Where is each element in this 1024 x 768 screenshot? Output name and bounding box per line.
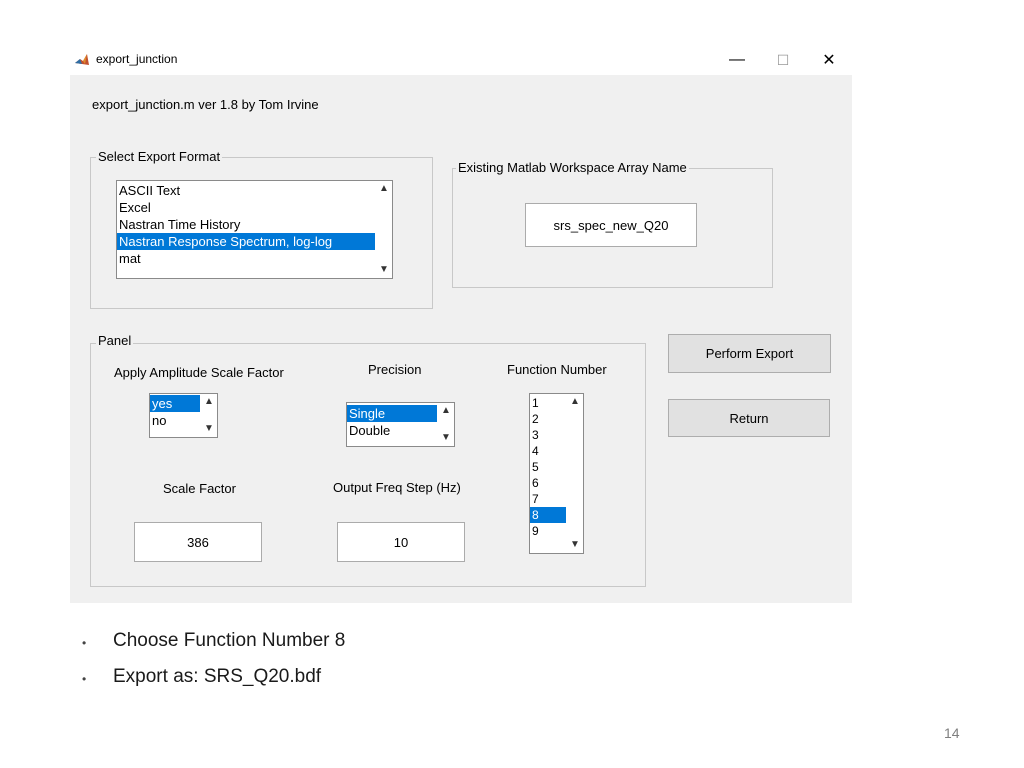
- list-item[interactable]: 7: [530, 491, 566, 507]
- list-item[interactable]: mat: [117, 250, 375, 267]
- scrollbar[interactable]: ▲ ▼: [376, 181, 392, 278]
- window-title: export_junction: [96, 52, 178, 66]
- scrollbar[interactable]: ▲ ▼: [438, 403, 454, 446]
- output-freq-step-value: 10: [393, 534, 409, 550]
- scroll-up-arrow-icon[interactable]: ▲: [567, 394, 583, 410]
- list-item[interactable]: 4: [530, 443, 566, 459]
- list-item[interactable]: 6: [530, 475, 566, 491]
- list-item[interactable]: 9: [530, 523, 566, 539]
- listbox-items: Single Double: [347, 403, 437, 439]
- output-freq-step-field[interactable]: 10: [337, 522, 465, 562]
- minimize-button[interactable]: —: [714, 45, 760, 75]
- amplitude-scale-listbox[interactable]: yes no ▲ ▼: [149, 393, 218, 438]
- list-item[interactable]: 5: [530, 459, 566, 475]
- minimize-icon: —: [729, 51, 745, 68]
- export-format-listbox[interactable]: ASCII Text Excel Nastran Time History Na…: [116, 180, 393, 279]
- list-item[interactable]: no: [150, 412, 200, 429]
- output-freq-step-label: Output Freq Step (Hz): [333, 480, 461, 495]
- scroll-down-arrow-icon[interactable]: ▼: [438, 430, 454, 446]
- listbox-items: 1 2 3 4 5 6 7 8 9: [530, 394, 566, 539]
- scale-factor-label: Scale Factor: [163, 481, 236, 496]
- function-number-label: Function Number: [507, 362, 607, 377]
- bullet-text: Choose Function Number 8: [113, 630, 346, 651]
- bullet-text: Export as: SRS_Q20.bdf: [113, 666, 322, 687]
- workspace-array-name-value: srs_spec_new_Q20: [553, 217, 669, 233]
- list-item-selected[interactable]: 8: [530, 507, 566, 523]
- scrollbar[interactable]: ▲ ▼: [567, 394, 583, 553]
- list-item[interactable]: Excel: [117, 199, 375, 216]
- workspace-array-name-field[interactable]: srs_spec_new_Q20: [525, 203, 697, 247]
- close-button[interactable]: ✕: [806, 45, 852, 75]
- amplitude-scale-label: Apply Amplitude Scale Factor: [114, 365, 284, 380]
- listbox-items: ASCII Text Excel Nastran Time History Na…: [117, 181, 375, 267]
- list-item-selected[interactable]: Single: [347, 405, 437, 422]
- listbox-items: yes no: [150, 394, 200, 429]
- scroll-down-arrow-icon[interactable]: ▼: [201, 421, 217, 437]
- header-text: export_junction.m ver 1.8 by Tom Irvine: [92, 97, 319, 112]
- title-bar[interactable]: export_junction — ☐ ✕: [70, 45, 852, 75]
- export-format-legend: Select Export Format: [96, 149, 223, 164]
- scale-factor-value: 386: [187, 534, 209, 550]
- return-label: Return: [729, 410, 769, 426]
- function-number-listbox[interactable]: 1 2 3 4 5 6 7 8 9 ▲ ▼: [529, 393, 584, 554]
- workspace-array-legend: Existing Matlab Workspace Array Name: [456, 160, 689, 175]
- page-number: 14: [944, 725, 960, 741]
- scrollbar[interactable]: ▲ ▼: [201, 394, 217, 437]
- precision-label: Precision: [368, 362, 422, 377]
- scroll-down-arrow-icon[interactable]: ▼: [567, 537, 583, 553]
- maximize-icon: ☐: [776, 51, 790, 68]
- perform-export-button[interactable]: Perform Export: [668, 334, 831, 373]
- bullet-icon: •: [82, 636, 87, 650]
- scroll-down-arrow-icon[interactable]: ▼: [376, 262, 392, 278]
- list-item[interactable]: Double: [347, 422, 437, 439]
- close-icon: ✕: [822, 52, 836, 69]
- list-item[interactable]: 2: [530, 411, 566, 427]
- list-item-selected[interactable]: yes: [150, 395, 200, 412]
- list-item[interactable]: Nastran Time History: [117, 216, 375, 233]
- scale-factor-field[interactable]: 386: [134, 522, 262, 562]
- export-junction-window: export_junction — ☐ ✕ export_junction.m …: [70, 45, 852, 603]
- list-item[interactable]: ASCII Text: [117, 182, 375, 199]
- bullet-icon: •: [82, 672, 87, 686]
- options-panel-legend: Panel: [96, 333, 134, 348]
- list-item[interactable]: 3: [530, 427, 566, 443]
- list-item[interactable]: 1: [530, 395, 566, 411]
- precision-listbox[interactable]: Single Double ▲ ▼: [346, 402, 455, 447]
- return-button[interactable]: Return: [668, 399, 830, 437]
- list-item-selected[interactable]: Nastran Response Spectrum, log-log: [117, 233, 375, 250]
- scroll-up-arrow-icon[interactable]: ▲: [201, 394, 217, 410]
- scroll-up-arrow-icon[interactable]: ▲: [438, 403, 454, 419]
- matlab-logo-icon: [74, 52, 90, 68]
- scroll-up-arrow-icon[interactable]: ▲: [376, 181, 392, 197]
- maximize-button[interactable]: ☐: [760, 45, 806, 75]
- perform-export-label: Perform Export: [705, 346, 794, 361]
